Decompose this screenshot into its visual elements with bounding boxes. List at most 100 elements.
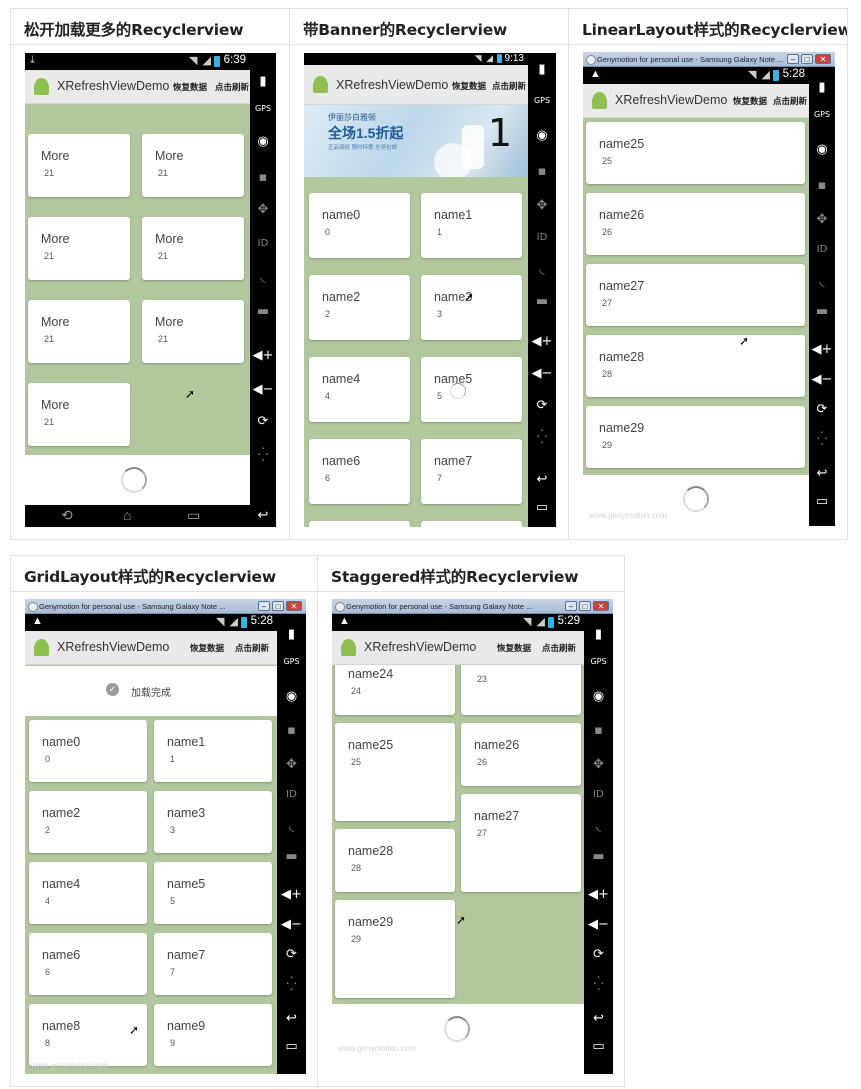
restore-data-button[interactable]: 恢复数据 xyxy=(733,95,767,107)
list-item[interactable]: name9 9 xyxy=(154,1004,272,1066)
webcam-icon[interactable]: ◉ xyxy=(536,129,547,142)
rotate-icon[interactable]: ⟳ xyxy=(593,948,604,961)
list-item[interactable]: name3 3 xyxy=(154,791,272,853)
id-icon[interactable]: ID xyxy=(537,233,548,243)
list-item[interactable]: name1 1 xyxy=(421,193,522,258)
dpad-icon[interactable]: ✥ xyxy=(258,203,269,216)
menu-icon[interactable]: ▭ xyxy=(816,495,828,508)
sms-icon[interactable]: ▬ xyxy=(592,850,604,863)
webcam-icon[interactable]: ◉ xyxy=(593,690,604,703)
dpad-icon[interactable]: ✥ xyxy=(286,758,297,771)
list-item[interactable]: More 21 xyxy=(142,134,244,197)
restore-data-button[interactable]: 恢复数据 xyxy=(497,642,531,654)
list-item[interactable]: name25 25 xyxy=(586,122,805,184)
back-icon[interactable]: ↩ xyxy=(286,1012,297,1025)
id-icon[interactable]: ID xyxy=(593,790,604,800)
volume-down-icon[interactable]: ◀− xyxy=(532,367,553,380)
minimize-button[interactable]: – xyxy=(258,601,270,611)
rotate-icon[interactable]: ⟳ xyxy=(258,415,269,428)
move-icon[interactable]: ⁛ xyxy=(286,978,296,991)
list-item[interactable]: name4 4 xyxy=(309,357,410,422)
volume-up-icon[interactable]: ◀+ xyxy=(281,888,302,901)
gps-icon[interactable]: GPS xyxy=(590,658,606,666)
list-item[interactable]: name7 7 xyxy=(421,439,522,504)
dpad-icon[interactable]: ✥ xyxy=(817,213,828,226)
gps-icon[interactable]: GPS xyxy=(534,97,550,105)
list-item[interactable]: name1 1 xyxy=(154,720,272,782)
list-item[interactable]: More 21 xyxy=(28,383,130,446)
sms-icon[interactable]: ▬ xyxy=(285,850,297,863)
menu-icon[interactable]: ▭ xyxy=(285,1040,297,1053)
close-button[interactable]: ✕ xyxy=(286,601,302,611)
volume-up-icon[interactable]: ◀+ xyxy=(812,343,833,356)
id-icon[interactable]: ID xyxy=(286,790,297,800)
maximize-button[interactable]: □ xyxy=(579,601,591,611)
camera-icon[interactable]: ▪ xyxy=(259,171,268,184)
minimize-button[interactable]: – xyxy=(787,54,799,64)
camera-icon[interactable]: ▪ xyxy=(594,724,603,737)
volume-up-icon[interactable]: ◀+ xyxy=(532,335,553,348)
click-refresh-button[interactable]: 点击刷新 xyxy=(492,80,526,92)
list-item[interactable]: More 21 xyxy=(28,134,130,197)
list-item[interactable]: name7 7 xyxy=(154,933,272,995)
rss-icon[interactable]: ◟ xyxy=(819,275,824,288)
close-button[interactable]: ✕ xyxy=(815,54,831,64)
list-item[interactable]: More 21 xyxy=(142,300,244,363)
back-icon[interactable]: ↩ xyxy=(537,473,548,486)
webcam-icon[interactable]: ◉ xyxy=(286,690,297,703)
battery-icon[interactable]: ▮ xyxy=(818,81,825,94)
list-item[interactable]: name26 26 xyxy=(586,193,805,255)
volume-up-icon[interactable]: ◀+ xyxy=(588,888,609,901)
move-icon[interactable]: ⁛ xyxy=(593,978,603,991)
battery-icon[interactable]: ▮ xyxy=(259,75,266,88)
list-item[interactable]: name28 28 xyxy=(335,829,455,892)
banner-carousel[interactable]: 伊丽莎白雅顿 全场1.5折起 正品授权 限时特惠 全场包邮 1 xyxy=(304,105,528,177)
click-refresh-button[interactable]: 点击刷新 xyxy=(542,642,576,654)
dpad-icon[interactable]: ✥ xyxy=(593,758,604,771)
battery-icon[interactable]: ▮ xyxy=(538,63,545,76)
list-item[interactable]: name4 4 xyxy=(29,862,147,924)
rss-icon[interactable]: ◟ xyxy=(260,271,265,284)
click-refresh-button[interactable]: 点击刷新 xyxy=(215,81,249,93)
list-item[interactable]: name2 2 xyxy=(29,791,147,853)
list-item[interactable]: name0 0 xyxy=(309,193,410,258)
list-item[interactable] xyxy=(309,521,410,527)
battery-icon[interactable]: ▮ xyxy=(595,628,602,641)
move-icon[interactable]: ⁛ xyxy=(258,449,268,462)
sms-icon[interactable]: ▬ xyxy=(536,295,548,308)
minimize-button[interactable]: – xyxy=(565,601,577,611)
rss-icon[interactable]: ◟ xyxy=(596,820,601,833)
camera-icon[interactable]: ▪ xyxy=(818,179,827,192)
battery-icon[interactable]: ▮ xyxy=(288,628,295,641)
volume-up-icon[interactable]: ◀+ xyxy=(253,349,274,362)
click-refresh-button[interactable]: 点击刷新 xyxy=(773,95,807,107)
close-button[interactable]: ✕ xyxy=(593,601,609,611)
restore-data-button[interactable]: 恢复数据 xyxy=(173,81,207,93)
move-icon[interactable]: ⁛ xyxy=(537,431,547,444)
click-refresh-button[interactable]: 点击刷新 xyxy=(235,642,269,654)
restore-data-button[interactable]: 恢复数据 xyxy=(452,80,486,92)
list-item[interactable]: name0 0 xyxy=(29,720,147,782)
volume-down-icon[interactable]: ◀− xyxy=(253,383,274,396)
list-item[interactable]: name25 25 xyxy=(335,723,455,821)
rss-icon[interactable]: ◟ xyxy=(289,820,294,833)
webcam-icon[interactable]: ◉ xyxy=(816,143,827,156)
home-nav-icon[interactable]: ⌂ xyxy=(123,508,131,522)
back-nav-icon[interactable]: ⟲ xyxy=(61,508,73,522)
restore-data-button[interactable]: 恢复数据 xyxy=(190,642,224,654)
list-item[interactable]: name3 3 xyxy=(421,275,522,340)
list-item[interactable]: More 21 xyxy=(142,217,244,280)
list-item[interactable] xyxy=(421,521,522,527)
camera-icon[interactable]: ▪ xyxy=(538,165,547,178)
maximize-button[interactable]: □ xyxy=(801,54,813,64)
id-icon[interactable]: ID xyxy=(817,245,828,255)
menu-icon[interactable]: ▭ xyxy=(536,501,548,514)
rss-icon[interactable]: ◟ xyxy=(539,263,544,276)
list-item[interactable]: name27 27 xyxy=(586,264,805,326)
id-icon[interactable]: ID xyxy=(258,239,269,249)
camera-icon[interactable]: ▪ xyxy=(287,724,296,737)
move-icon[interactable]: ⁛ xyxy=(817,433,827,446)
maximize-button[interactable]: □ xyxy=(272,601,284,611)
list-item[interactable]: name27 27 xyxy=(461,794,581,892)
volume-down-icon[interactable]: ◀− xyxy=(281,918,302,931)
